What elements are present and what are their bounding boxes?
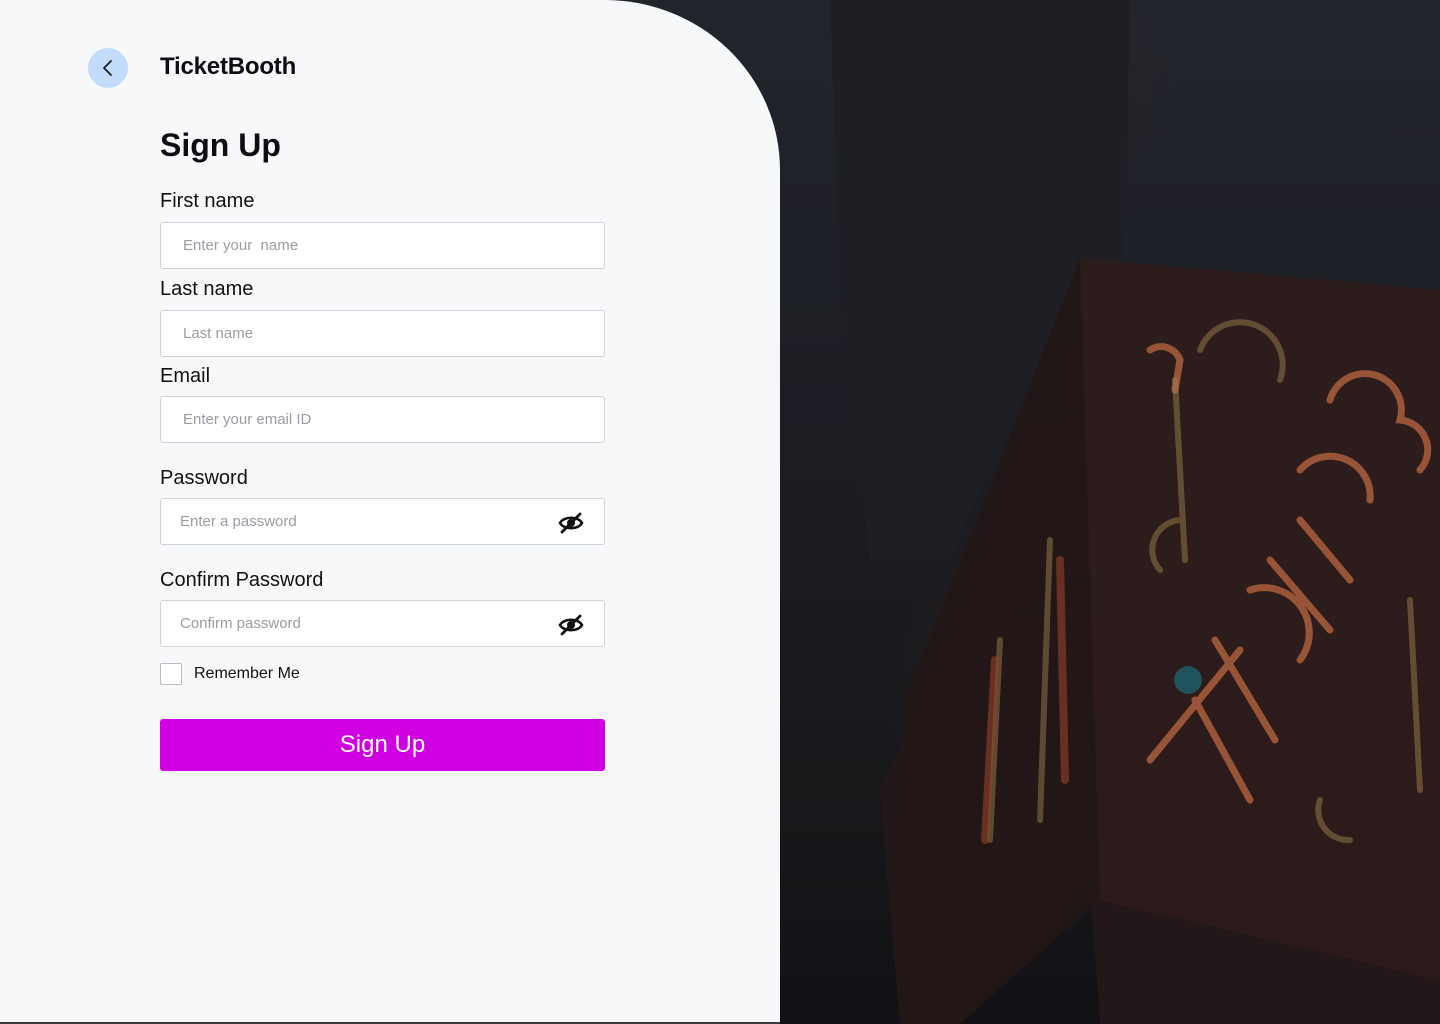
email-input[interactable]: [161, 397, 604, 442]
sign-up-button[interactable]: Sign Up: [160, 719, 605, 771]
brand-name: TicketBooth: [160, 53, 297, 80]
remember-me-label: Remember Me: [194, 665, 300, 682]
confirm-password-field-box: [160, 600, 605, 647]
remember-me-row: Remember Me: [160, 663, 300, 685]
email-field-box: [160, 396, 605, 443]
password-visibility-toggle[interactable]: [558, 510, 584, 536]
chevron-left-icon: [103, 60, 112, 76]
first-name-input[interactable]: [161, 223, 604, 268]
signup-panel: TicketBooth Sign Up First name Last name…: [0, 0, 780, 1022]
first-name-label: First name: [160, 190, 255, 212]
back-button[interactable]: [88, 48, 128, 88]
page-title: Sign Up: [160, 127, 281, 163]
password-field-box: [160, 498, 605, 545]
confirm-password-label: Confirm Password: [160, 569, 324, 591]
last-name-field-box: [160, 310, 605, 357]
first-name-field-box: [160, 222, 605, 269]
confirm-password-visibility-toggle[interactable]: [558, 612, 584, 638]
confirm-password-input[interactable]: [161, 601, 604, 646]
last-name-label: Last name: [160, 278, 254, 300]
password-label: Password: [160, 467, 248, 489]
email-label: Email: [160, 365, 211, 387]
eye-off-icon: [558, 512, 584, 534]
password-input[interactable]: [161, 499, 604, 544]
remember-me-checkbox[interactable]: [160, 663, 182, 685]
last-name-input[interactable]: [161, 311, 604, 356]
eye-off-icon: [558, 614, 584, 636]
